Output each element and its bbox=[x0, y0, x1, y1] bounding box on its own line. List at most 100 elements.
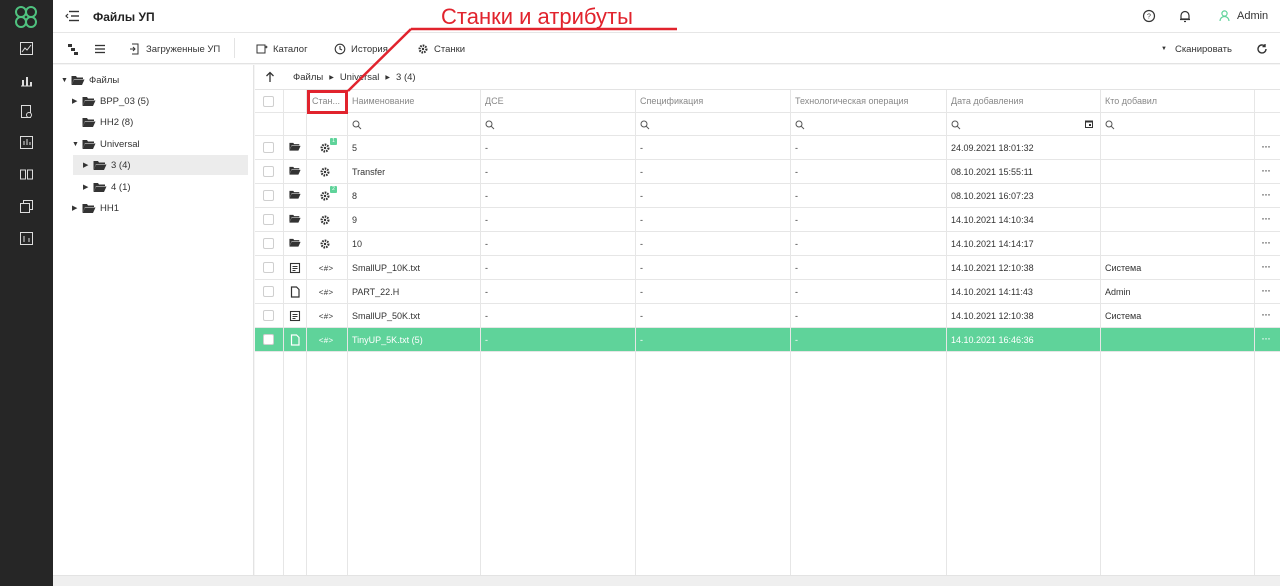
loaded-programs-button[interactable]: Загруженные УП bbox=[129, 42, 220, 56]
list-view-button[interactable] bbox=[94, 42, 106, 56]
notifications-bell-icon[interactable] bbox=[1178, 9, 1192, 23]
search-icon[interactable] bbox=[1105, 120, 1115, 130]
tree-view-button[interactable] bbox=[67, 42, 79, 56]
breadcrumb-item[interactable]: 3 (4) bbox=[396, 72, 416, 83]
collapsed-caret-icon[interactable]: ▶ bbox=[83, 183, 93, 191]
column-header-date-added[interactable]: Дата добавления bbox=[951, 96, 1023, 106]
row-checkbox[interactable] bbox=[263, 262, 274, 273]
collapsed-caret-icon[interactable]: ▶ bbox=[83, 161, 93, 169]
program-code-icon[interactable]: <#> bbox=[319, 262, 334, 274]
row-checkbox[interactable] bbox=[263, 166, 274, 177]
cell-name: TinyUP_5K.txt (5) bbox=[352, 335, 423, 345]
row-actions-more-icon[interactable]: ··· bbox=[1261, 211, 1271, 225]
row-actions-more-icon[interactable]: ··· bbox=[1261, 187, 1271, 201]
table-row[interactable]: <#> TinyUP_5K.txt (5) - - - 14.10.2021 16:46:… bbox=[255, 328, 1280, 352]
program-code-icon[interactable]: <#> bbox=[319, 310, 334, 322]
tree-label-hh1: HH1 bbox=[100, 202, 120, 214]
search-icon[interactable] bbox=[485, 120, 495, 130]
refresh-button[interactable] bbox=[1256, 42, 1268, 56]
upload-file-icon bbox=[130, 43, 139, 55]
cell-name: 10 bbox=[352, 239, 363, 249]
arrow-up-icon[interactable] bbox=[264, 71, 276, 83]
row-checkbox[interactable] bbox=[263, 310, 274, 321]
user-name[interactable]: Admin bbox=[1237, 10, 1268, 22]
row-checkbox[interactable] bbox=[263, 238, 274, 249]
statistics-icon[interactable] bbox=[19, 231, 34, 246]
tree-node-universal[interactable]: ▼ Universal bbox=[72, 135, 140, 153]
breadcrumb-item[interactable]: Universal bbox=[340, 72, 380, 83]
search-icon[interactable] bbox=[951, 120, 961, 130]
expanded-caret-icon[interactable]: ▼ bbox=[61, 77, 71, 84]
book-icon[interactable] bbox=[19, 167, 34, 182]
program-code-icon[interactable]: <#> bbox=[319, 286, 334, 298]
select-all-checkbox[interactable] bbox=[263, 96, 274, 107]
program-code-icon[interactable]: <#> bbox=[319, 334, 334, 346]
catalog-button[interactable]: Каталог bbox=[256, 42, 308, 56]
tree-node-4[interactable]: ▶ 4 (1) bbox=[83, 178, 131, 196]
column-header-operation[interactable]: Технологическая операция bbox=[795, 96, 908, 106]
search-icon[interactable] bbox=[640, 120, 650, 130]
files-stack-icon[interactable] bbox=[19, 199, 34, 214]
menu-toggle-icon[interactable] bbox=[65, 10, 79, 22]
row-checkbox[interactable] bbox=[263, 334, 274, 345]
folder-icon bbox=[289, 166, 301, 178]
table-row[interactable]: <#> PART_22.H - - - 14.10.2021 14:11:43 Admin ·… bbox=[255, 280, 1280, 304]
row-checkbox[interactable] bbox=[263, 142, 274, 153]
row-actions-more-icon[interactable]: ··· bbox=[1261, 235, 1271, 249]
calendar-icon[interactable] bbox=[1084, 119, 1094, 129]
table-row[interactable]: 9 - - - 14.10.2021 14:10:34 ··· bbox=[255, 208, 1280, 232]
history-button[interactable]: История bbox=[334, 42, 388, 56]
machine-gear-icon[interactable] bbox=[319, 214, 331, 226]
tree-node-3[interactable]: ▶ 3 (4) bbox=[73, 155, 248, 175]
search-icon[interactable] bbox=[795, 120, 805, 130]
machine-gear-icon[interactable] bbox=[319, 166, 331, 178]
table-row[interactable]: 1 5 - - - 24.09.2021 18:01:32 ··· bbox=[255, 136, 1280, 160]
collapsed-caret-icon[interactable]: ▶ bbox=[72, 204, 82, 212]
tree-label-3: 3 (4) bbox=[111, 159, 131, 171]
row-actions-more-icon[interactable]: ··· bbox=[1261, 307, 1271, 321]
column-header-dse[interactable]: ДСЕ bbox=[485, 96, 504, 106]
column-divider bbox=[946, 90, 947, 575]
row-checkbox[interactable] bbox=[263, 214, 274, 225]
tree-node-bpp03[interactable]: ▶ BPP_03 (5) bbox=[72, 92, 149, 110]
table-row[interactable]: 10 - - - 14.10.2021 14:14:17 ··· bbox=[255, 232, 1280, 256]
machines-button[interactable]: Станки bbox=[417, 42, 465, 56]
breadcrumb-item[interactable]: Файлы bbox=[293, 72, 323, 83]
row-actions-more-icon[interactable]: ··· bbox=[1261, 283, 1271, 297]
row-actions-more-icon[interactable]: ··· bbox=[1261, 139, 1271, 153]
column-header-added-by[interactable]: Кто добавил bbox=[1105, 96, 1157, 106]
collapsed-caret-icon[interactable]: ▶ bbox=[72, 97, 82, 105]
expanded-caret-icon[interactable]: ▼ bbox=[72, 141, 82, 148]
trend-chart-icon[interactable] bbox=[19, 41, 34, 56]
scan-button[interactable]: ▼ Сканировать bbox=[1161, 42, 1232, 56]
cell-specification: - bbox=[640, 215, 643, 225]
column-header-specification[interactable]: Спецификация bbox=[640, 96, 703, 106]
column-divider bbox=[1254, 90, 1255, 575]
table-row[interactable]: <#> SmallUP_50K.txt - - - 14.10.2021 12:10:38… bbox=[255, 304, 1280, 328]
tree-node-hh2[interactable]: HH2 (8) bbox=[82, 113, 133, 131]
help-icon[interactable]: ? bbox=[1142, 9, 1156, 23]
row-checkbox[interactable] bbox=[263, 286, 274, 297]
row-checkbox[interactable] bbox=[263, 190, 274, 201]
breadcrumb-separator-icon: ▶ bbox=[385, 75, 391, 81]
table-row[interactable]: 2 8 - - - 08.10.2021 16:07:23 ··· bbox=[255, 184, 1280, 208]
document-settings-icon[interactable] bbox=[19, 104, 34, 119]
row-actions-more-icon[interactable]: ··· bbox=[1261, 259, 1271, 273]
app-logo-icon[interactable] bbox=[14, 5, 38, 29]
scan-label: Сканировать bbox=[1174, 43, 1232, 55]
table-row[interactable]: Transfer - - - 08.10.2021 15:55:11 ··· bbox=[255, 160, 1280, 184]
folder-open-icon bbox=[82, 96, 96, 106]
gear-icon bbox=[418, 44, 428, 54]
table-row[interactable]: <#> SmallUP_10K.txt - - - 14.10.2021 12:10:38… bbox=[255, 256, 1280, 280]
user-icon[interactable] bbox=[1219, 9, 1230, 23]
tree-node-root[interactable]: ▼ Файлы bbox=[61, 71, 119, 89]
machine-gear-icon[interactable] bbox=[319, 238, 331, 250]
cell-specification: - bbox=[640, 263, 643, 273]
bar-chart-icon[interactable] bbox=[19, 73, 34, 88]
row-actions-more-icon[interactable]: ··· bbox=[1261, 163, 1271, 177]
search-icon[interactable] bbox=[352, 120, 362, 130]
row-actions-more-icon[interactable]: ··· bbox=[1261, 331, 1271, 345]
report-icon[interactable] bbox=[19, 135, 34, 150]
column-header-name[interactable]: Наименование bbox=[352, 96, 414, 106]
tree-node-hh1[interactable]: ▶ HH1 bbox=[72, 199, 119, 217]
